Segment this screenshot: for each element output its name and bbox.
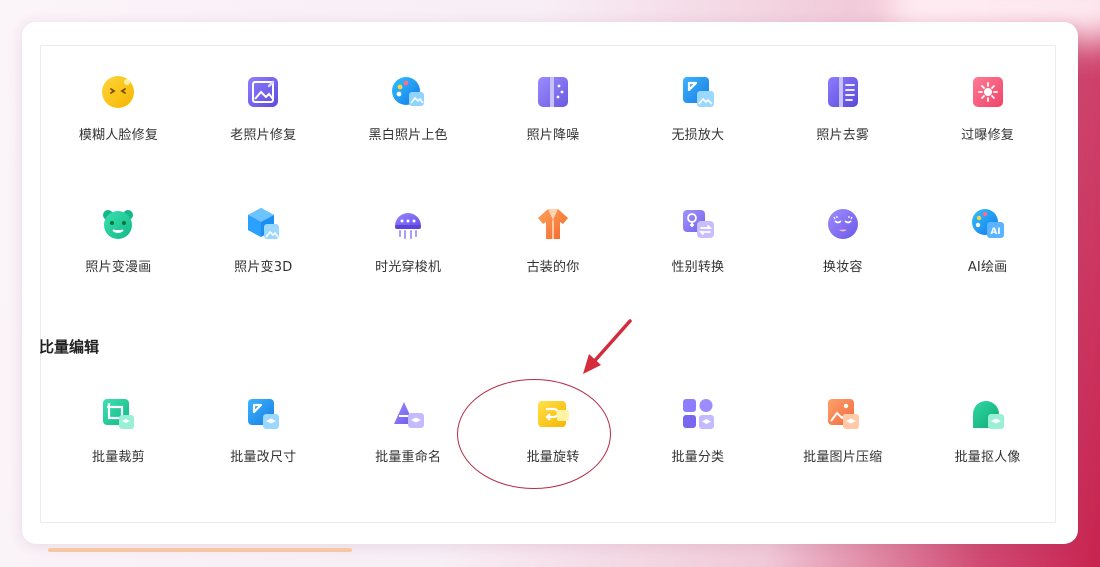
section-title-batch-edit: 比量编辑 bbox=[39, 338, 100, 356]
tool-label: 换妆容 bbox=[822, 260, 863, 275]
denoise-icon bbox=[535, 74, 571, 110]
cartoon-face-icon bbox=[100, 206, 136, 242]
overexposure-icon bbox=[970, 74, 1006, 110]
blurred-face-icon bbox=[100, 74, 136, 110]
costume-icon bbox=[535, 206, 571, 242]
tool-label: 模糊人脸修复 bbox=[78, 128, 159, 143]
tool-ancient-costume[interactable]: 古装的你 bbox=[481, 206, 626, 275]
tool-overexposure-repair[interactable]: 过曝修复 bbox=[915, 74, 1060, 143]
tool-batch-resize[interactable]: 批量改尺寸 bbox=[191, 396, 336, 465]
tools-row-ai-repair: 模糊人脸修复 老照片修复 黑白照片上色 照片降噪 无损放大 照片去雾 过曝修复 bbox=[46, 74, 1060, 143]
enlarge-icon bbox=[680, 74, 716, 110]
tool-old-photo-repair[interactable]: 老照片修复 bbox=[191, 74, 336, 143]
tools-card: 模糊人脸修复 老照片修复 黑白照片上色 照片降噪 无损放大 照片去雾 过曝修复 … bbox=[22, 22, 1078, 544]
tool-lossless-enlarge[interactable]: 无损放大 bbox=[625, 74, 770, 143]
progress-bar bbox=[48, 548, 352, 552]
tool-label: 性别转换 bbox=[671, 260, 725, 275]
old-photo-icon bbox=[245, 74, 281, 110]
ai-paint-icon: AI bbox=[970, 206, 1006, 242]
dehaze-icon bbox=[825, 74, 861, 110]
annotation-arrow-icon bbox=[583, 319, 632, 374]
tool-label: 老照片修复 bbox=[230, 128, 297, 143]
batch-classify-icon bbox=[680, 396, 716, 432]
tool-photo-to-3d[interactable]: 照片变3D bbox=[191, 206, 336, 275]
tool-label: 照片去雾 bbox=[816, 128, 870, 143]
time-machine-icon bbox=[390, 206, 426, 242]
tool-label: 古装的你 bbox=[526, 260, 580, 275]
tool-label: 批量改尺寸 bbox=[230, 450, 297, 465]
tool-batch-cutout-portrait[interactable]: 批量抠人像 bbox=[915, 396, 1060, 465]
svg-text:AI: AI bbox=[990, 227, 1000, 237]
tool-time-machine[interactable]: 时光穿梭机 bbox=[336, 206, 481, 275]
tool-photo-denoise[interactable]: 照片降噪 bbox=[481, 74, 626, 143]
tool-label: AI绘画 bbox=[967, 260, 1008, 275]
batch-compress-icon bbox=[825, 396, 861, 432]
gender-swap-icon bbox=[680, 206, 716, 242]
batch-crop-icon bbox=[100, 396, 136, 432]
tool-gender-swap[interactable]: 性别转换 bbox=[625, 206, 770, 275]
tool-label: 批量图片压缩 bbox=[803, 450, 883, 465]
tool-label: 照片变3D bbox=[234, 260, 293, 275]
tool-photo-dehaze[interactable]: 照片去雾 bbox=[770, 74, 915, 143]
tool-label: 照片降噪 bbox=[526, 128, 580, 143]
tool-label: 过曝修复 bbox=[961, 128, 1014, 143]
tools-row-ai-fun: 照片变漫画 照片变3D 时光穿梭机 古装的你 性别转换 换妆容 AI AI绘画 bbox=[46, 206, 1060, 275]
annotation-circle bbox=[457, 379, 611, 489]
makeup-icon bbox=[825, 206, 861, 242]
tool-blurred-face-repair[interactable]: 模糊人脸修复 bbox=[46, 74, 191, 143]
batch-resize-icon bbox=[245, 396, 281, 432]
tool-batch-compress[interactable]: 批量图片压缩 bbox=[770, 396, 915, 465]
tool-batch-crop[interactable]: 批量裁剪 bbox=[46, 396, 191, 465]
tool-photo-to-cartoon[interactable]: 照片变漫画 bbox=[46, 206, 191, 275]
tool-ai-painting[interactable]: AI AI绘画 bbox=[915, 206, 1060, 275]
cube-3d-icon bbox=[245, 206, 281, 242]
tool-label: 批量抠人像 bbox=[954, 450, 1021, 465]
tool-label: 照片变漫画 bbox=[85, 260, 152, 275]
tool-label: 黑白照片上色 bbox=[368, 128, 448, 143]
tool-colorize-bw[interactable]: 黑白照片上色 bbox=[336, 74, 481, 143]
tool-change-makeup[interactable]: 换妆容 bbox=[770, 206, 915, 275]
batch-rename-icon bbox=[390, 396, 426, 432]
tool-batch-classify[interactable]: 批量分类 bbox=[625, 396, 770, 465]
tool-label: 批量分类 bbox=[671, 450, 725, 465]
tool-label: 批量裁剪 bbox=[92, 450, 145, 465]
batch-cutout-icon bbox=[970, 396, 1006, 432]
tool-label: 无损放大 bbox=[671, 128, 725, 143]
tool-label: 批量重命名 bbox=[375, 450, 442, 465]
tool-label: 时光穿梭机 bbox=[375, 260, 442, 275]
palette-icon bbox=[390, 74, 426, 110]
